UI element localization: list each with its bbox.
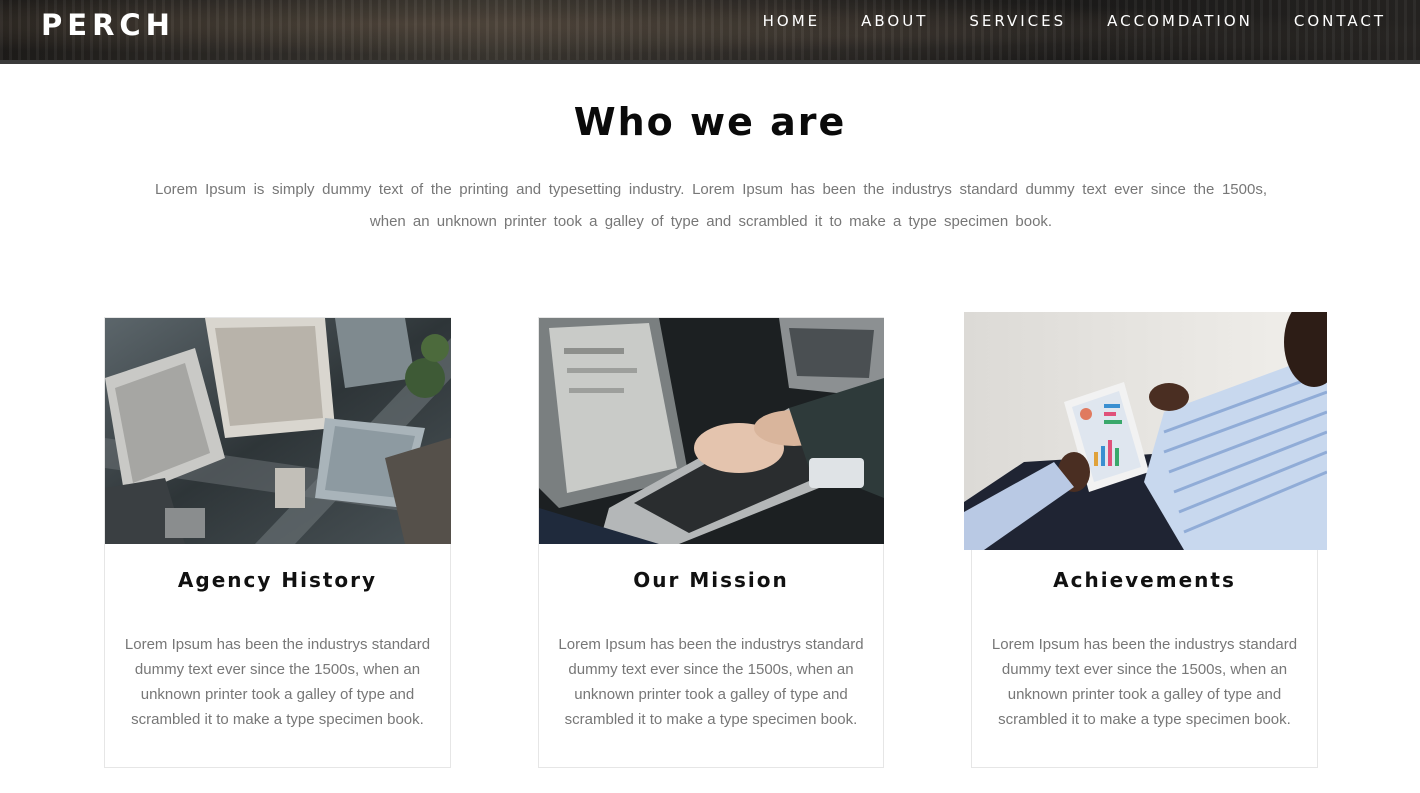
card-agency-history: Agency History Lorem Ipsum has been the … xyxy=(104,317,451,768)
nav-menu: HOME ABOUT SERVICES ACCOMDATION CONTACT xyxy=(722,12,1386,30)
card-text: Lorem Ipsum has been the industrys stand… xyxy=(124,636,431,728)
nav-item-services[interactable]: SERVICES xyxy=(969,12,1066,30)
navbar-background-photo xyxy=(0,0,1420,60)
navbar-divider xyxy=(0,60,1420,64)
brand-logo[interactable]: PERCH xyxy=(41,8,175,42)
tablet-chart-image xyxy=(964,312,1327,550)
card-title: Achievements xyxy=(1053,568,1236,592)
nav-item-accomdation[interactable]: ACCOMDATION xyxy=(1107,12,1253,30)
card-title: Agency History xyxy=(177,568,378,592)
section-intro: Lorem Ipsum is simply dummy text of the … xyxy=(155,181,1267,230)
nav-item-contact[interactable]: CONTACT xyxy=(1294,12,1386,30)
section-title: Who we are xyxy=(573,100,847,144)
nav-item-home[interactable]: HOME xyxy=(763,12,821,30)
card-text: Lorem Ipsum has been the industrys stand… xyxy=(558,636,864,728)
card-our-mission: Our Mission Lorem Ipsum has been the ind… xyxy=(538,317,884,768)
card-achievements: Achievements Lorem Ipsum has been the in… xyxy=(964,312,1327,768)
laptop-typing-image xyxy=(539,318,884,544)
nav-item-about[interactable]: ABOUT xyxy=(861,12,928,30)
card-title: Our Mission xyxy=(633,568,789,592)
card-text: Lorem Ipsum has been the industrys stand… xyxy=(991,636,1298,728)
aerial-city-image xyxy=(105,318,451,544)
navbar: PERCH HOME ABOUT SERVICES ACCOMDATION CO… xyxy=(0,0,1420,60)
